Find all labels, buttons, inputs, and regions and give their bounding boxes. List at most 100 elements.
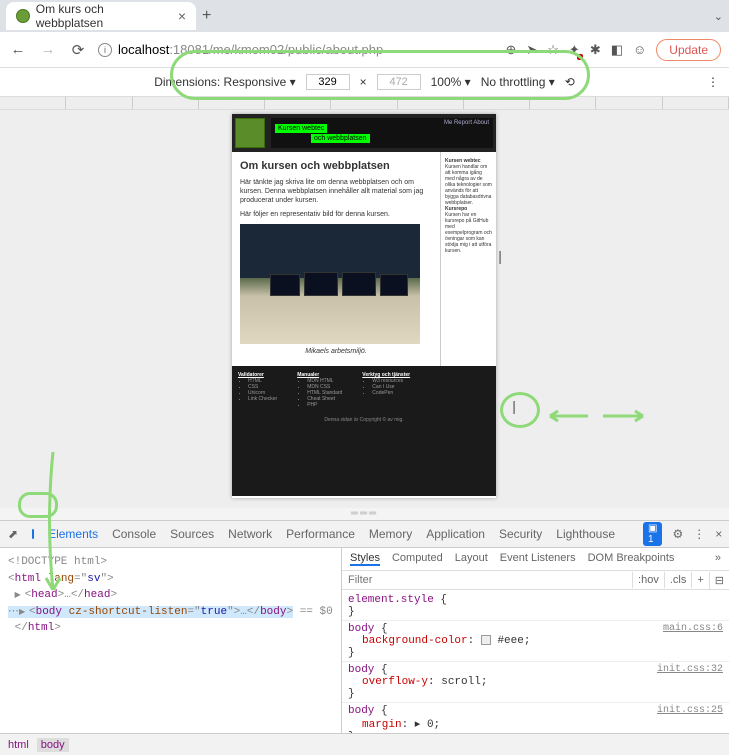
crumb[interactable]: html: [8, 739, 29, 751]
devtools-tabs: ⬈ ElementsConsoleSourcesNetworkPerforman…: [0, 520, 729, 548]
aside-text: Kursen handlar om att komma igång med nå…: [445, 164, 492, 206]
issues-badge[interactable]: ▣ 1: [643, 522, 662, 546]
back-button[interactable]: ←: [8, 41, 28, 58]
site-header: Me Report About Kursen webtec och webbpl…: [232, 114, 496, 152]
browser-tab-bar: Om kurs och webbplatsen × + ⌄: [0, 0, 729, 32]
site-info-icon[interactable]: i: [98, 43, 112, 57]
ruler: [0, 96, 729, 110]
width-input[interactable]: [306, 74, 350, 90]
panel-icon[interactable]: ◧: [611, 42, 623, 58]
copyright: Denna sidan är Copyright © av mig.: [232, 414, 496, 426]
site-nav[interactable]: Me Report About: [444, 120, 489, 126]
reload-button[interactable]: ⟳: [68, 41, 88, 59]
footer-link[interactable]: CodePen: [372, 390, 410, 396]
new-tab-button[interactable]: +: [202, 7, 211, 25]
breadcrumb[interactable]: html body: [0, 733, 729, 755]
extension-icon[interactable]: ✦: [569, 42, 580, 58]
tagline: och webbplatsen: [311, 134, 370, 143]
window-menu-icon[interactable]: ⌄: [714, 10, 723, 23]
resize-handle[interactable]: ||: [512, 398, 513, 414]
devtools-body: <!DOCTYPE html> <html lang="sv"> ▶<head>…: [0, 548, 729, 733]
devtools-tab[interactable]: Security: [499, 527, 542, 541]
favicon-icon: [16, 9, 30, 23]
address-bar[interactable]: i localhost:18081/me/kmom02/public/about…: [98, 42, 495, 57]
css-rules[interactable]: element.style {}body {main.css:6backgrou…: [342, 590, 729, 733]
code-line-selected[interactable]: ⋯▶<body cz-shortcut-listen="true">…</bod…: [8, 604, 333, 621]
url-port: :18081: [169, 42, 209, 57]
browser-toolbar: ← → ⟳ i localhost:18081/me/kmom02/public…: [0, 32, 729, 68]
resize-handle[interactable]: ||: [498, 248, 499, 264]
styles-tab[interactable]: DOM Breakpoints: [588, 552, 675, 566]
footer-link[interactable]: PHP: [307, 402, 342, 408]
extensions-icon[interactable]: ✱: [590, 42, 601, 58]
update-button[interactable]: Update: [656, 39, 721, 61]
settings-icon[interactable]: ⚙: [672, 527, 683, 541]
tab-title: Om kurs och webbplatsen: [36, 2, 172, 30]
more-icon[interactable]: ⊟: [709, 572, 729, 589]
paragraph: Här följer en representativ bild för den…: [240, 210, 432, 219]
workspace-photo: [240, 224, 420, 344]
device-toolbar: Dimensions: Responsive ▾ × 100% ▾ No thr…: [0, 68, 729, 96]
site-main: Om kursen och webbplatsen Här tänkte jag…: [232, 152, 496, 366]
zoom-icon[interactable]: ⊕: [505, 42, 516, 58]
device-viewport: Me Report About Kursen webtec och webbpl…: [0, 110, 729, 508]
dimension-x: ×: [360, 75, 367, 89]
height-input[interactable]: [377, 74, 421, 90]
resizer-handle[interactable]: ═══: [0, 508, 729, 520]
send-icon[interactable]: ➤: [526, 42, 537, 58]
styles-panel: Styles Computed Layout Event Listeners DOM B…: [341, 548, 729, 733]
devtools-tab[interactable]: Application: [426, 527, 485, 541]
code-line[interactable]: </html>: [8, 620, 333, 637]
header-banner: Me Report About Kursen webtec och webbpl…: [271, 118, 493, 148]
profile-icon[interactable]: ☺: [633, 42, 646, 57]
throttle-dropdown[interactable]: No throttling ▾: [481, 75, 555, 89]
aside: Kursen webtec Kursen handlar om att komm…: [440, 152, 496, 366]
devtools-tab[interactable]: Sources: [170, 527, 214, 541]
styles-tabs: Styles Computed Layout Event Listeners DOM B…: [342, 548, 729, 571]
page-title: Om kursen och webbplatsen: [240, 160, 432, 172]
annotation-circle: [500, 392, 540, 428]
hov-toggle[interactable]: :hov: [632, 572, 664, 588]
devtools-tab[interactable]: Network: [228, 527, 272, 541]
url-path: /me/kmom02/public/about.php: [209, 42, 383, 57]
crumb[interactable]: body: [37, 738, 69, 752]
filter-row: :hov .cls + ⊟: [342, 571, 729, 590]
devtools-tab[interactable]: Console: [112, 527, 156, 541]
devtools-tab[interactable]: Performance: [286, 527, 355, 541]
styles-tab[interactable]: Styles: [350, 552, 380, 566]
aside-text: Kursen har en kursrepo på GitHub med exe…: [445, 212, 492, 254]
styles-tab[interactable]: Computed: [392, 552, 443, 566]
new-rule-icon[interactable]: +: [691, 572, 708, 588]
more-tabs-icon[interactable]: »: [715, 552, 721, 566]
site-footer: ValidatorerHTMLCSSUnicornLink Checker Ma…: [232, 366, 496, 414]
css-rule[interactable]: body {init.css:25margin: ▸ 0;}: [342, 703, 729, 733]
devtools-tab[interactable]: Lighthouse: [556, 527, 615, 541]
toolbar-icons: ⊕ ➤ ☆ ✦ ✱ ◧ ☺ Update: [505, 39, 721, 61]
dimensions-dropdown[interactable]: Dimensions: Responsive ▾: [154, 75, 295, 89]
css-rule[interactable]: body {init.css:32overflow-y: scroll;}: [342, 662, 729, 703]
cls-toggle[interactable]: .cls: [664, 572, 692, 588]
close-icon[interactable]: ×: [178, 8, 186, 24]
main-content: Om kursen och webbplatsen Här tänkte jag…: [232, 152, 440, 366]
inspect-icon[interactable]: ⬈: [8, 527, 18, 541]
rendered-page[interactable]: Me Report About Kursen webtec och webbpl…: [232, 114, 496, 498]
styles-tab[interactable]: Layout: [455, 552, 488, 566]
devicebar-menu-icon[interactable]: ⋮: [707, 75, 719, 89]
device-mode-icon[interactable]: [32, 529, 34, 539]
rotate-icon[interactable]: ⟲: [565, 75, 575, 89]
close-devtools-icon[interactable]: ×: [715, 527, 722, 541]
filter-input[interactable]: [342, 571, 632, 589]
bookmark-icon[interactable]: ☆: [547, 42, 559, 58]
site-logo[interactable]: [235, 118, 265, 148]
devtools-tab[interactable]: Memory: [369, 527, 412, 541]
footer-pad: [232, 426, 496, 496]
browser-tab[interactable]: Om kurs och webbplatsen ×: [6, 2, 196, 30]
zoom-dropdown[interactable]: 100% ▾: [431, 75, 471, 89]
more-icon[interactable]: ⋮: [693, 527, 705, 541]
footer-link[interactable]: Link Checker: [248, 396, 277, 402]
forward-button[interactable]: →: [38, 41, 58, 58]
css-rule[interactable]: element.style {}: [342, 592, 729, 621]
annotation-arrows: [548, 406, 648, 429]
css-rule[interactable]: body {main.css:6background-color: #eee;}: [342, 621, 729, 662]
styles-tab[interactable]: Event Listeners: [500, 552, 576, 566]
